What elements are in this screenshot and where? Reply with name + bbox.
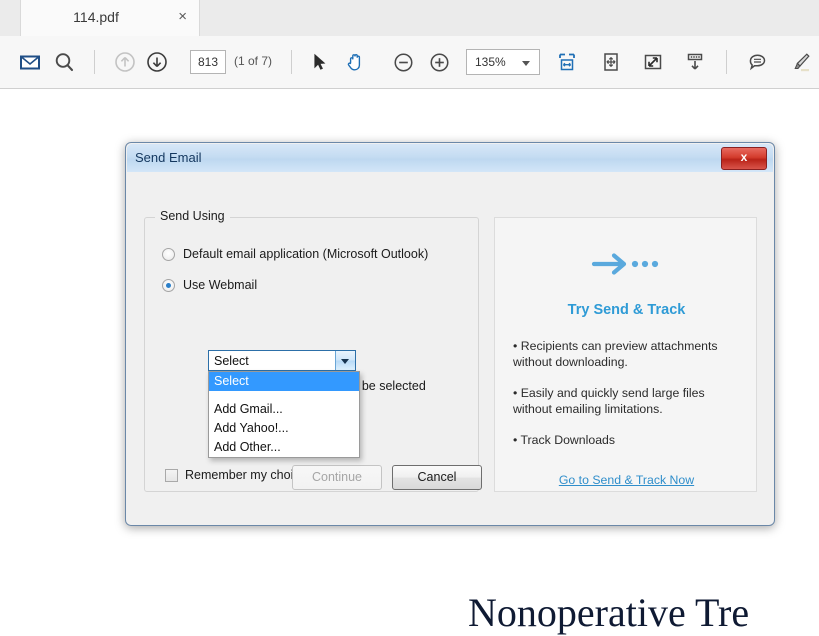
zoom-in-icon[interactable] — [420, 36, 458, 88]
page-number-input[interactable]: 813 — [190, 50, 226, 74]
tab-strip: 114.pdf × — [0, 0, 819, 37]
dialog-body: Send Using Default email application (Mi… — [127, 172, 773, 525]
radio-use-webmail[interactable]: Use Webmail — [162, 278, 257, 292]
webmail-account-select[interactable]: Select — [208, 350, 356, 371]
hand-tool-icon[interactable] — [336, 36, 374, 88]
promo-bullet-1: • Recipients can preview attachments wit… — [513, 339, 718, 369]
radio-button — [162, 247, 175, 261]
send-using-legend: Send Using — [155, 209, 230, 223]
highlight-icon[interactable] — [782, 36, 819, 88]
scroll-mode-icon[interactable] — [676, 36, 714, 88]
cancel-button[interactable]: Cancel — [392, 465, 482, 490]
tab-title: 114.pdf — [73, 9, 119, 25]
toolbar-separator-3 — [726, 50, 727, 74]
dropdown-option-add-gmail[interactable]: Add Gmail... — [209, 400, 359, 419]
chevron-down-icon — [341, 359, 349, 364]
webmail-helper-text: the be selected — [341, 379, 426, 393]
checkbox-box — [165, 468, 178, 482]
dropdown-option-add-other[interactable]: Add Other... — [209, 438, 359, 457]
chevron-down-icon — [522, 61, 530, 66]
dropdown-separator — [209, 391, 359, 400]
zoom-level-value: 135% — [475, 55, 506, 69]
toolbar-separator-1 — [94, 50, 95, 74]
radio-label: Use Webmail — [183, 278, 258, 292]
dialog-close-button[interactable]: x — [721, 147, 767, 170]
promo-title: Try Send & Track — [567, 302, 686, 318]
dropdown-option-select[interactable]: Select — [209, 372, 359, 391]
radio-default-email-application[interactable]: Default email application (Microsoft Out… — [162, 247, 428, 261]
zoom-level-select[interactable]: 135% — [466, 49, 540, 75]
continue-button[interactable]: Continue — [292, 465, 382, 490]
zoom-out-icon[interactable] — [384, 36, 422, 88]
send-arrow-icon — [495, 250, 758, 278]
close-icon: x — [740, 150, 748, 164]
fit-page-icon[interactable] — [592, 36, 630, 88]
remember-my-choice-checkbox[interactable]: Remember my choice — [165, 468, 307, 482]
toolbar: 813 (1 of 7) 135% — [0, 36, 819, 89]
comment-icon[interactable] — [738, 36, 778, 88]
radio-label: Default email application (Microsoft Out… — [183, 247, 429, 261]
promo-bullet-3: • Track Downloads — [513, 433, 616, 447]
go-to-send-and-track-link[interactable]: Go to Send & Track Now — [495, 473, 758, 487]
send-email-dialog: Send Email x Send Using Default email ap… — [125, 142, 775, 526]
checkbox-label: Remember my choice — [185, 468, 307, 482]
next-page-icon[interactable] — [136, 36, 178, 88]
webmail-account-value: Select — [214, 354, 249, 368]
send-and-track-promo-panel: Try Send & Track • Recipients can previe… — [494, 217, 757, 492]
document-heading: Nonoperative Tre — [468, 590, 750, 635]
close-icon[interactable]: × — [178, 9, 187, 25]
fit-width-icon[interactable] — [548, 36, 586, 88]
radio-button — [162, 278, 175, 292]
tab-114-pdf[interactable]: 114.pdf × — [20, 0, 200, 36]
webmail-account-dropdown-list[interactable]: Select Add Gmail... Add Yahoo!... Add Ot… — [208, 371, 360, 458]
toolbar-separator-2 — [291, 50, 292, 74]
search-icon[interactable] — [42, 36, 86, 88]
dropdown-option-add-yahoo[interactable]: Add Yahoo!... — [209, 419, 359, 438]
send-using-group: Send Using Default email application (Mi… — [144, 209, 479, 492]
page-count-label: (1 of 7) — [234, 54, 273, 68]
combo-dropdown-button[interactable] — [335, 351, 355, 370]
promo-bullet-2: • Easily and quickly send large files wi… — [513, 386, 705, 416]
dialog-title: Send Email — [135, 150, 202, 165]
dialog-title-bar: Send Email x — [127, 144, 773, 173]
select-tool-icon[interactable] — [300, 36, 338, 88]
full-screen-icon[interactable] — [634, 36, 672, 88]
